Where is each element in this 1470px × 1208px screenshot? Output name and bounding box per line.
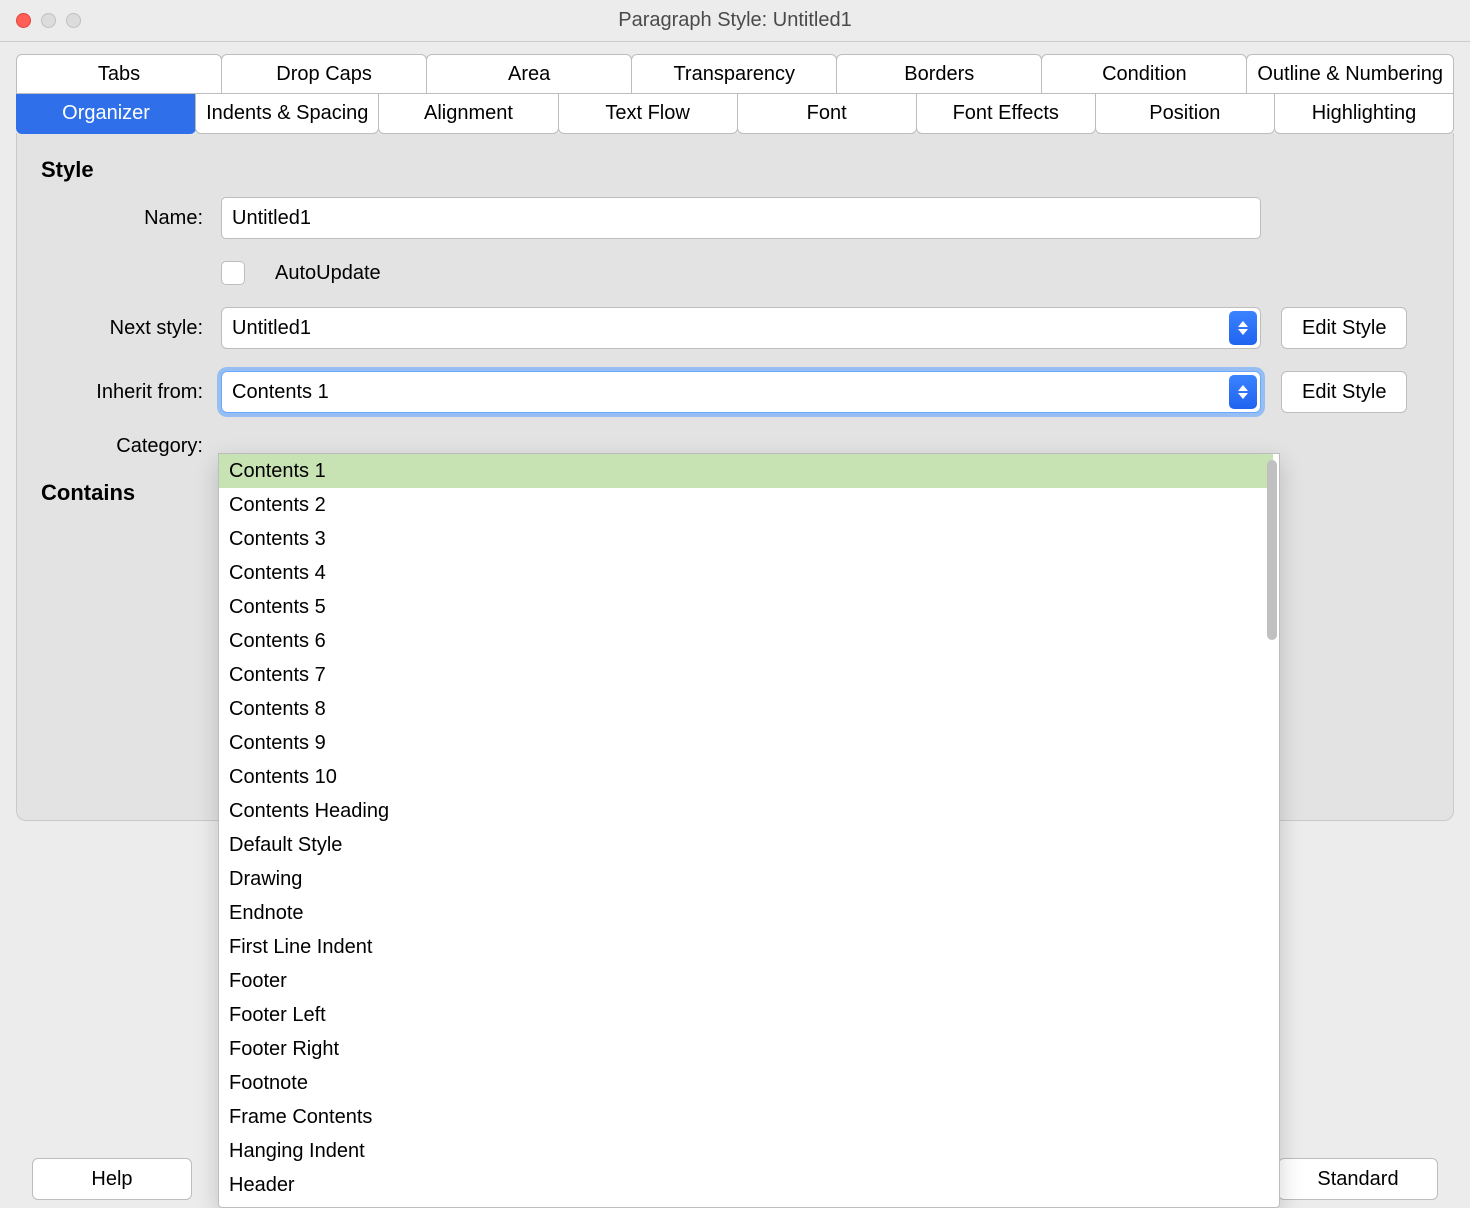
dropdown-option[interactable]: Endnote [219, 896, 1273, 930]
row-name: Name: [41, 197, 1429, 239]
tab-position[interactable]: Position [1095, 94, 1275, 134]
dropdown-option[interactable]: Contents Heading [219, 794, 1273, 828]
dropdown-option[interactable]: Contents 2 [219, 488, 1273, 522]
next-style-value: Untitled1 [232, 317, 311, 340]
label-category: Category: [41, 435, 221, 458]
inherit-from-select[interactable]: Contents 1 [221, 371, 1261, 413]
dropdown-option[interactable]: Drawing [219, 862, 1273, 896]
tab-font-effects[interactable]: Font Effects [916, 94, 1096, 134]
label-name: Name: [41, 207, 221, 230]
dropdown-option[interactable]: Footer Right [219, 1032, 1273, 1066]
inherit-from-value: Contents 1 [232, 381, 329, 404]
autoupdate-checkbox[interactable] [221, 261, 245, 285]
name-input[interactable] [221, 197, 1261, 239]
tab-tabs[interactable]: Tabs [16, 54, 222, 94]
dropdown-option[interactable]: Contents 9 [219, 726, 1273, 760]
dropdown-option[interactable]: Contents 3 [219, 522, 1273, 556]
row-autoupdate: AutoUpdate [41, 261, 1429, 285]
tab-transparency[interactable]: Transparency [631, 54, 837, 94]
dropdown-option[interactable]: Contents 10 [219, 760, 1273, 794]
label-inherit-from: Inherit from: [41, 381, 221, 404]
dropdown-option[interactable]: Footer Left [219, 998, 1273, 1032]
tabs: TabsDrop CapsAreaTransparencyBordersCond… [16, 54, 1454, 134]
select-stepper-icon[interactable] [1229, 375, 1257, 409]
dropdown-option[interactable]: Frame Contents [219, 1100, 1273, 1134]
dropdown-option[interactable]: Contents 8 [219, 692, 1273, 726]
tab-area[interactable]: Area [426, 54, 632, 94]
standard-button[interactable]: Standard [1278, 1158, 1438, 1200]
window-title: Paragraph Style: Untitled1 [0, 9, 1470, 32]
titlebar: Paragraph Style: Untitled1 [0, 0, 1470, 42]
dropdown-option[interactable]: Contents 5 [219, 590, 1273, 624]
tab-condition[interactable]: Condition [1041, 54, 1247, 94]
tab-alignment[interactable]: Alignment [378, 94, 558, 134]
dropdown-option[interactable]: Hanging Indent [219, 1134, 1273, 1168]
dropdown-option[interactable]: Footer [219, 964, 1273, 998]
row-inherit-from: Inherit from: Contents 1 Edit Style [41, 371, 1429, 413]
edit-style-button-2[interactable]: Edit Style [1281, 371, 1407, 413]
tab-drop-caps[interactable]: Drop Caps [221, 54, 427, 94]
row-next-style: Next style: Untitled1 Edit Style [41, 307, 1429, 349]
dropdown-option[interactable]: Contents 4 [219, 556, 1273, 590]
dialog-window: Paragraph Style: Untitled1 TabsDrop Caps… [0, 0, 1470, 1208]
dropdown-option[interactable]: Contents 7 [219, 658, 1273, 692]
label-next-style: Next style: [41, 317, 221, 340]
help-button[interactable]: Help [32, 1158, 192, 1200]
section-style: Style [41, 157, 1429, 183]
edit-style-button-1[interactable]: Edit Style [1281, 307, 1407, 349]
tab-highlighting[interactable]: Highlighting [1274, 94, 1454, 134]
tab-text-flow[interactable]: Text Flow [558, 94, 738, 134]
autoupdate-label: AutoUpdate [275, 262, 381, 285]
next-style-select[interactable]: Untitled1 [221, 307, 1261, 349]
dropdown-option[interactable]: First Line Indent [219, 930, 1273, 964]
select-stepper-icon[interactable] [1229, 311, 1257, 345]
tab-organizer[interactable]: Organizer [16, 94, 196, 134]
tab-font[interactable]: Font [737, 94, 917, 134]
dropdown-option[interactable]: Header Left [219, 1202, 1273, 1207]
dropdown-option[interactable]: Footnote [219, 1066, 1273, 1100]
dropdown-option[interactable]: Contents 1 [219, 454, 1273, 488]
inherit-from-dropdown[interactable]: Contents 1Contents 2Contents 3Contents 4… [218, 453, 1280, 1208]
dropdown-option[interactable]: Default Style [219, 828, 1273, 862]
dropdown-option[interactable]: Header [219, 1168, 1273, 1202]
dropdown-scrollbar[interactable] [1267, 460, 1277, 640]
tab-borders[interactable]: Borders [836, 54, 1042, 94]
tab-indents-spacing[interactable]: Indents & Spacing [195, 94, 379, 134]
tab-outline-numbering[interactable]: Outline & Numbering [1246, 54, 1454, 94]
dropdown-option[interactable]: Contents 6 [219, 624, 1273, 658]
